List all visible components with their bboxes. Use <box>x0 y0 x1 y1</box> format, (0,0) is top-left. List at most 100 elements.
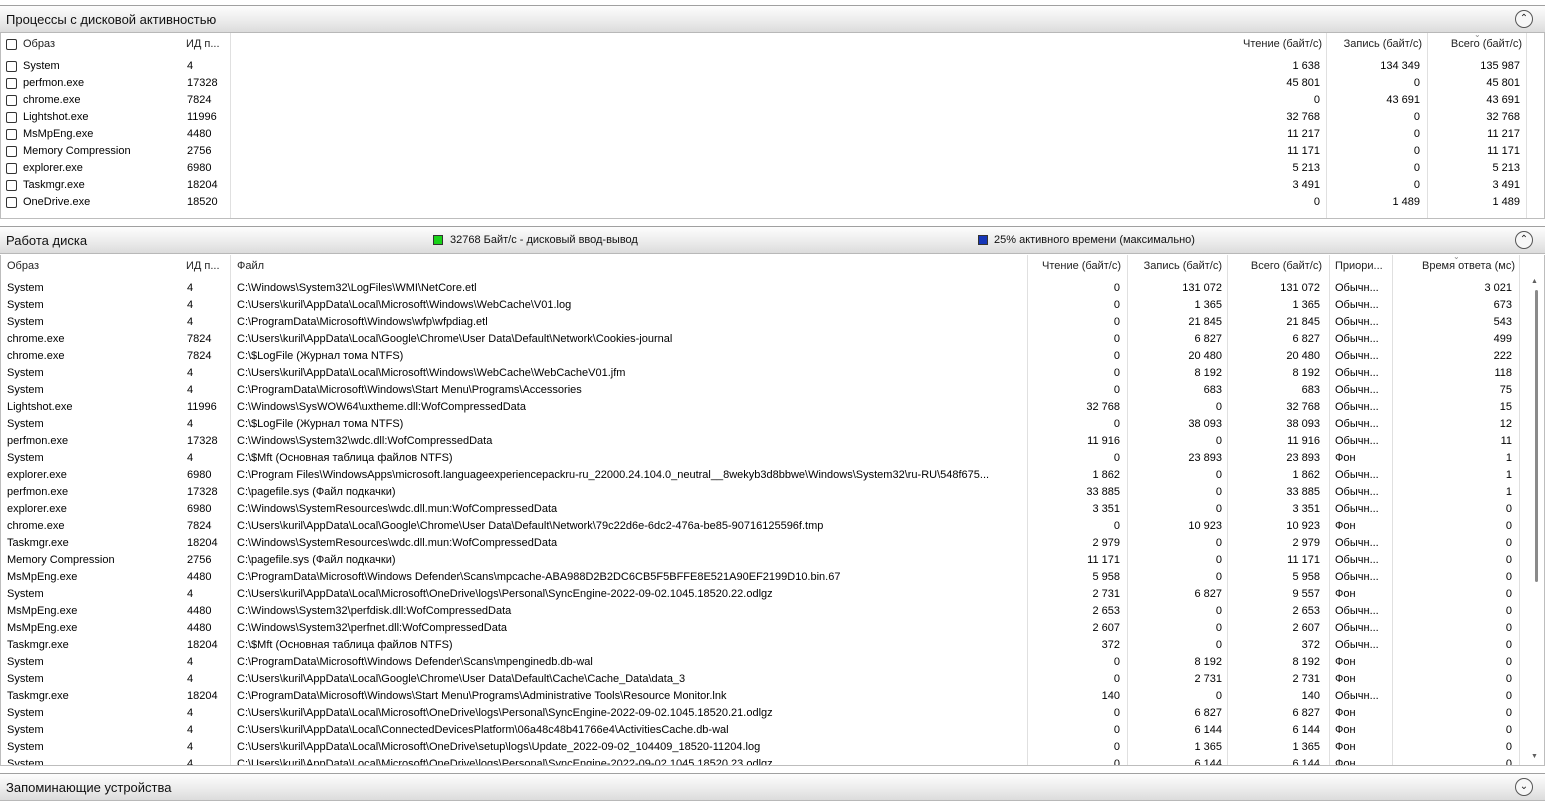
row-checkbox[interactable] <box>6 78 17 89</box>
column-header-read[interactable]: Чтение (байт/с) <box>1231 33 1322 56</box>
column-header-pid[interactable]: ИД п... <box>186 255 228 278</box>
table-row[interactable]: System 4 C:\$LogFile (Журнал тома NTFS) 0 38… <box>1 416 1544 433</box>
table-row[interactable]: System 4 C:\Users\kuril\AppData\Local\Micr… <box>1 586 1544 603</box>
cell-file: C:\Windows\System32\perfdisk.dll:WofComp… <box>237 605 512 617</box>
row-checkbox[interactable] <box>6 146 17 157</box>
cell-pid: 11996 <box>187 401 217 413</box>
cell-image: System <box>7 724 44 736</box>
disk-section-header[interactable]: Работа диска 32768 Байт/с - дисковый вво… <box>0 226 1545 254</box>
table-row[interactable]: perfmon.exe 17328 C:\Windows\System32\wdc.… <box>1 433 1544 450</box>
table-row[interactable]: System 4 C:\Users\kuril\AppData\Local\Micr… <box>1 756 1544 766</box>
table-row[interactable]: System 4 1 638 134 349 135 987 <box>1 58 1544 75</box>
table-row[interactable]: System 4 C:\Users\kuril\AppData\Local\Conn… <box>1 722 1544 739</box>
cell-image: System <box>7 367 44 379</box>
cell-pid: 6980 <box>187 162 212 174</box>
table-row[interactable]: MsMpEng.exe 4480 C:\ProgramData\Microsoft\… <box>1 569 1544 586</box>
cell-read: 0 <box>1113 673 1120 685</box>
select-all-checkbox[interactable] <box>6 39 17 50</box>
scroll-up-arrow-icon[interactable]: ▲ <box>1531 278 1538 285</box>
cell-total: 131 072 <box>1280 282 1320 294</box>
table-row[interactable]: Taskmgr.exe 18204 C:\$Mft (Основная таблиц… <box>1 637 1544 654</box>
table-row[interactable]: Lightshot.exe 11996 C:\Windows\SysWOW64\ux… <box>1 399 1544 416</box>
cell-pid: 4 <box>187 60 194 72</box>
table-row[interactable]: Lightshot.exe 11996 32 768 0 32 768 <box>1 109 1544 126</box>
row-checkbox[interactable] <box>6 163 17 174</box>
cell-total: 11 171 <box>1287 554 1320 566</box>
cell-priority: Обычн... <box>1335 350 1379 362</box>
table-row[interactable]: chrome.exe 7824 C:\Users\kuril\AppData\Loc… <box>1 331 1544 348</box>
column-header-write[interactable]: Запись (байт/с) <box>1329 33 1422 56</box>
cell-pid: 4 <box>187 384 194 396</box>
cell-file: C:\Windows\System32\wdc.dll:WofCompresse… <box>237 435 493 447</box>
cell-image: MsMpEng.exe <box>7 605 78 617</box>
row-checkbox[interactable] <box>6 197 17 208</box>
processes-section-title: Процессы с дисковой активностью <box>6 12 217 27</box>
disk-table-scrollbar[interactable]: ▲ ▼ <box>1527 255 1544 765</box>
cell-response-time: 0 <box>1505 554 1512 566</box>
row-checkbox[interactable] <box>6 95 17 106</box>
column-header-image[interactable]: Образ <box>1 33 181 56</box>
cell-image: Taskmgr.exe <box>7 537 69 549</box>
cell-file: C:\ProgramData\Microsoft\Windows\wfp\wfp… <box>237 316 488 328</box>
scroll-down-arrow-icon[interactable]: ▼ <box>1531 753 1538 760</box>
cell-total: 6 827 <box>1292 707 1320 719</box>
table-row[interactable]: chrome.exe 7824 C:\Users\kuril\AppData\Loc… <box>1 518 1544 535</box>
table-row[interactable]: System 4 C:\ProgramData\Microsoft\Windows\… <box>1 382 1544 399</box>
chevron-down-icon[interactable]: ⌄ <box>1515 778 1533 796</box>
scrollbar-thumb[interactable] <box>1535 290 1538 582</box>
table-row[interactable]: Memory Compression 2756 11 171 0 11 171 <box>1 143 1544 160</box>
chevron-up-icon[interactable]: ⌃ <box>1515 231 1533 249</box>
table-row[interactable]: System 4 C:\Windows\System32\LogFiles\WMI\… <box>1 280 1544 297</box>
table-row[interactable]: perfmon.exe 17328 45 801 0 45 801 <box>1 75 1544 92</box>
storage-section-title: Запоминающие устройства <box>6 780 172 795</box>
column-header-priority[interactable]: Приори... <box>1335 255 1391 278</box>
cell-priority: Обычн... <box>1335 554 1379 566</box>
table-row[interactable]: explorer.exe 6980 C:\Windows\SystemResourc… <box>1 501 1544 518</box>
table-row[interactable]: MsMpEng.exe 4480 11 217 0 11 217 <box>1 126 1544 143</box>
row-checkbox[interactable] <box>6 129 17 140</box>
storage-section-header[interactable]: Запоминающие устройства ⌄ <box>0 773 1545 801</box>
cell-response-time: 0 <box>1505 758 1512 766</box>
table-row[interactable]: Taskmgr.exe 18204 C:\Windows\SystemResourc… <box>1 535 1544 552</box>
cell-pid: 4 <box>187 299 194 311</box>
table-row[interactable]: System 4 C:\$Mft (Основная таблица файлов … <box>1 450 1544 467</box>
column-header-file[interactable]: Файл <box>237 255 1017 278</box>
row-checkbox[interactable] <box>6 112 17 123</box>
cell-total: 8 192 <box>1292 367 1320 379</box>
table-row[interactable]: System 4 C:\ProgramData\Microsoft\Windows\… <box>1 314 1544 331</box>
table-row[interactable]: explorer.exe 6980 C:\Program Files\Windows… <box>1 467 1544 484</box>
table-row[interactable]: System 4 C:\ProgramData\Microsoft\Windows … <box>1 654 1544 671</box>
table-row[interactable]: explorer.exe 6980 5 213 0 5 213 <box>1 160 1544 177</box>
table-row[interactable]: OneDrive.exe 18520 0 1 489 1 489 <box>1 194 1544 211</box>
table-row[interactable]: Taskmgr.exe 18204 C:\ProgramData\Microsoft… <box>1 688 1544 705</box>
cell-read: 0 <box>1113 367 1120 379</box>
column-header-read[interactable]: Чтение (байт/с) <box>1031 255 1121 278</box>
column-header-total[interactable]: Всего (байт/с) <box>1231 255 1322 278</box>
table-row[interactable]: perfmon.exe 17328 C:\pagefile.sys (Файл по… <box>1 484 1544 501</box>
cell-image: System <box>7 673 44 685</box>
table-row[interactable]: MsMpEng.exe 4480 C:\Windows\System32\perfn… <box>1 620 1544 637</box>
row-checkbox[interactable] <box>6 180 17 191</box>
table-row[interactable]: System 4 C:\Users\kuril\AppData\Local\Goog… <box>1 671 1544 688</box>
cell-image: System <box>7 707 44 719</box>
table-row[interactable]: System 4 C:\Users\kuril\AppData\Local\Micr… <box>1 297 1544 314</box>
table-row[interactable]: chrome.exe 7824 C:\$LogFile (Журнал тома N… <box>1 348 1544 365</box>
cell-file: C:\Users\kuril\AppData\Local\Microsoft\W… <box>237 299 572 311</box>
column-header-image[interactable]: Образ <box>7 255 177 278</box>
column-header-write[interactable]: Запись (байт/с) <box>1131 255 1222 278</box>
cell-pid: 18520 <box>187 196 218 208</box>
table-row[interactable]: System 4 C:\Users\kuril\AppData\Local\Micr… <box>1 705 1544 722</box>
table-row[interactable]: Taskmgr.exe 18204 3 491 0 3 491 <box>1 177 1544 194</box>
cell-response-time: 15 <box>1499 401 1512 413</box>
cell-file: C:\Windows\SysWOW64\uxtheme.dll:WofCompr… <box>237 401 526 413</box>
table-row[interactable]: Memory Compression 2756 C:\pagefile.sys (Ф… <box>1 552 1544 569</box>
cell-pid: 4 <box>187 707 194 719</box>
column-header-pid[interactable]: ИД п... <box>186 33 228 56</box>
chevron-up-icon[interactable]: ⌃ <box>1515 10 1533 28</box>
table-row[interactable]: chrome.exe 7824 0 43 691 43 691 <box>1 92 1544 109</box>
row-checkbox[interactable] <box>6 61 17 72</box>
table-row[interactable]: System 4 C:\Users\kuril\AppData\Local\Micr… <box>1 365 1544 382</box>
table-row[interactable]: MsMpEng.exe 4480 C:\Windows\System32\perfd… <box>1 603 1544 620</box>
processes-section-header[interactable]: Процессы с дисковой активностью ⌃ <box>0 5 1545 33</box>
table-row[interactable]: System 4 C:\Users\kuril\AppData\Local\Micr… <box>1 739 1544 756</box>
